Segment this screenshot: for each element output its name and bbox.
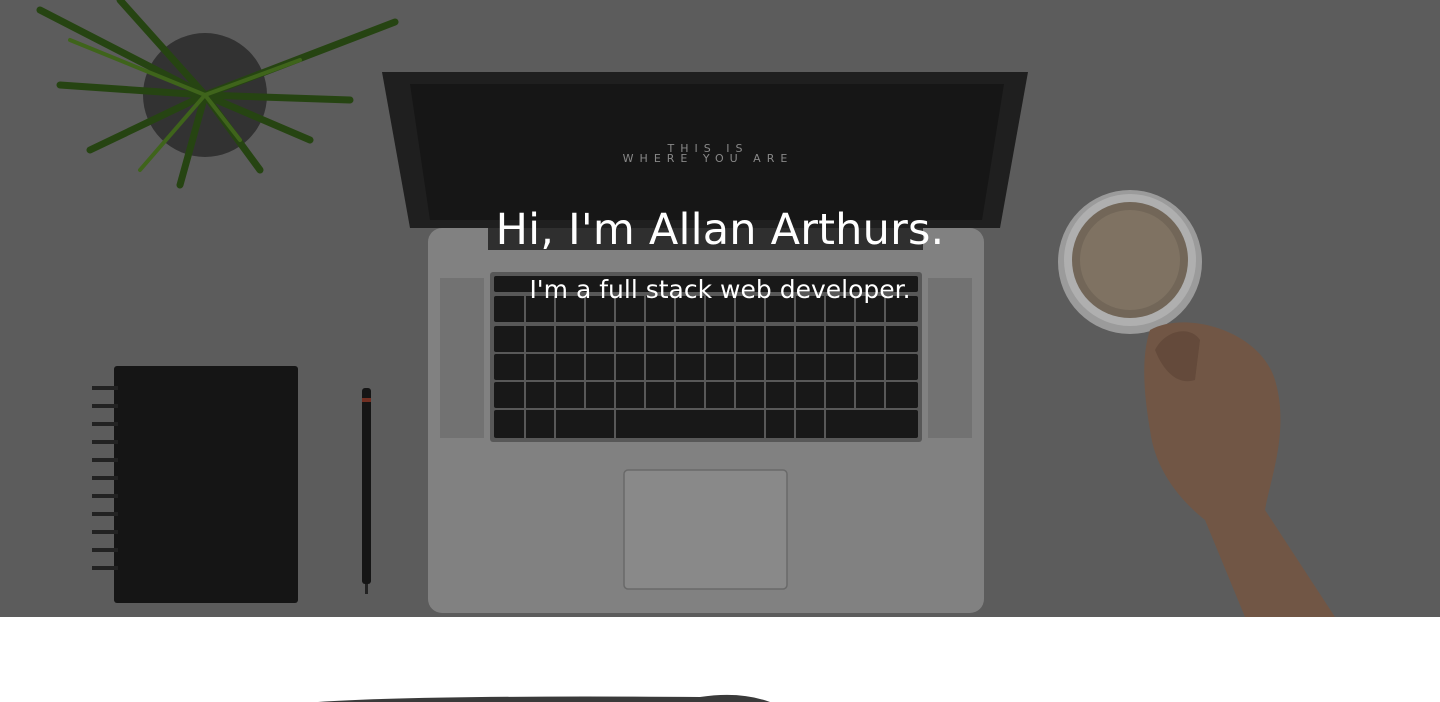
hero-section: THIS IS WHERE YOU ARE Hi, I'm Allan Arth… [0, 0, 1440, 617]
next-section-image-peek [318, 694, 770, 702]
hero-text-block: Hi, I'm Allan Arthurs. I'm a full stack … [0, 200, 1440, 306]
next-section [0, 617, 1440, 702]
hero-title: Hi, I'm Allan Arthurs. [495, 205, 945, 255]
desk-background-image: THIS IS WHERE YOU ARE [0, 0, 1440, 617]
hero-subtitle: I'm a full stack web developer. [529, 275, 911, 304]
